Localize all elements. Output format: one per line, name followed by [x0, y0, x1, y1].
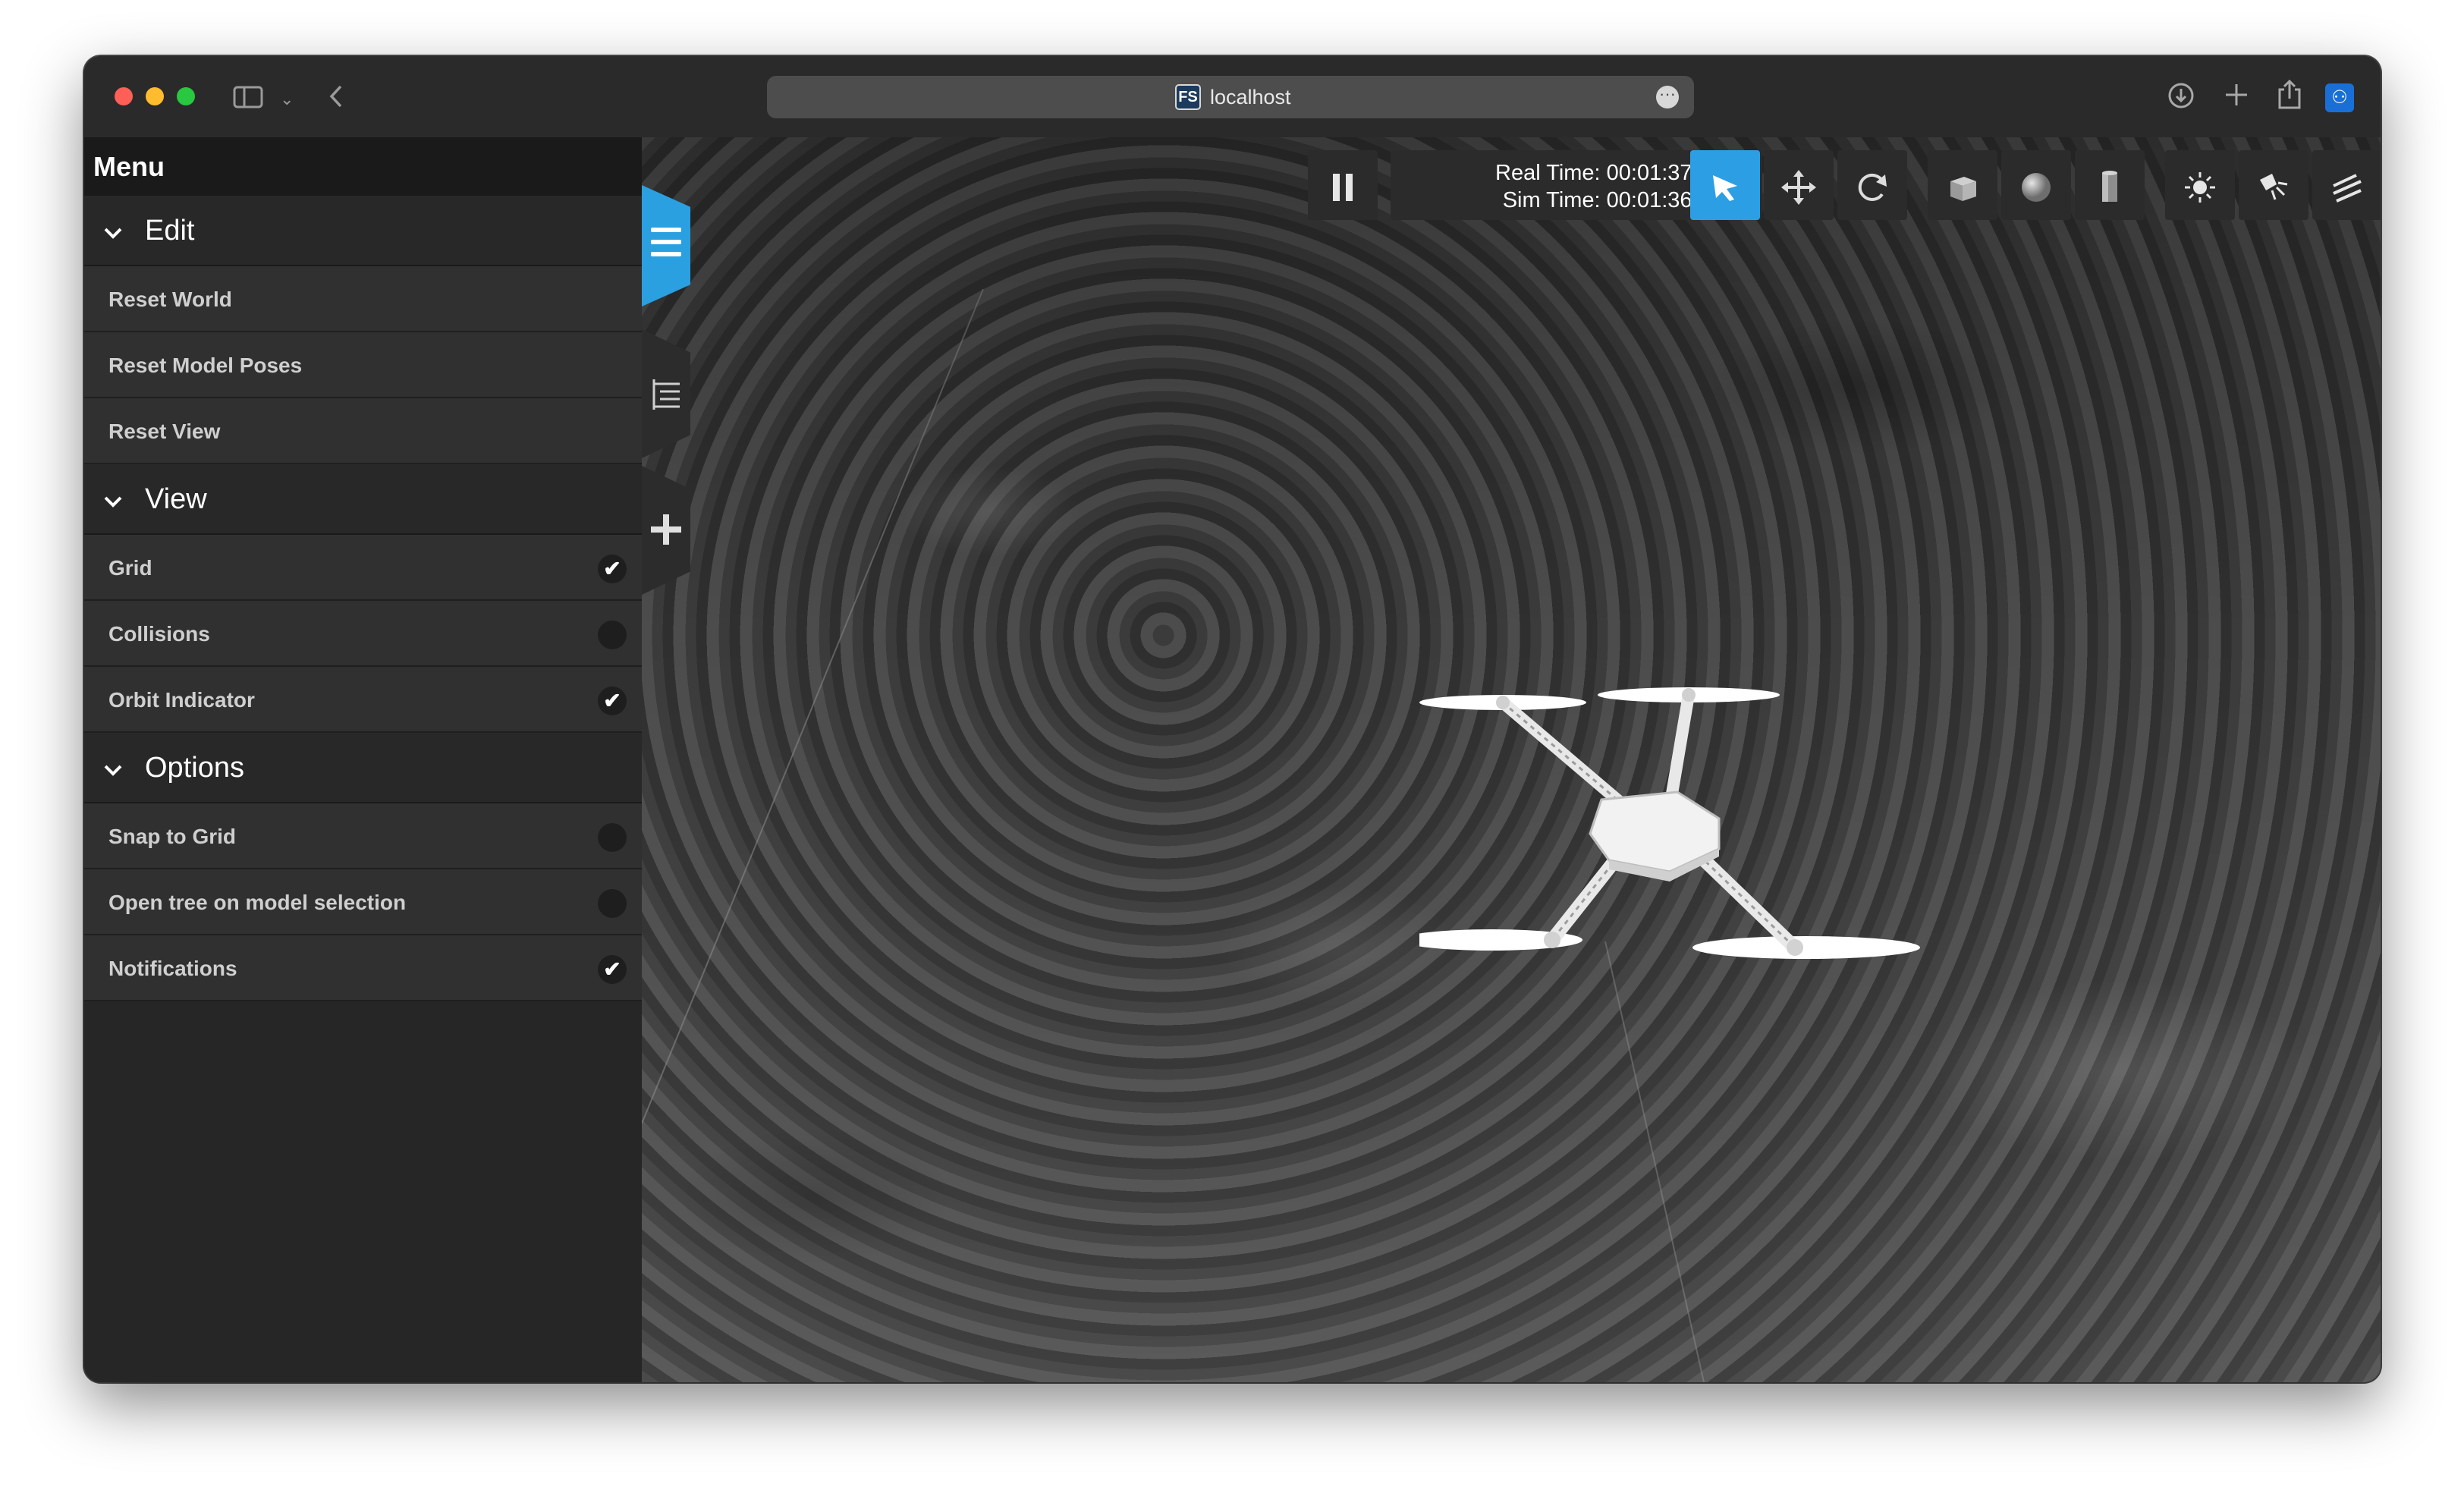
- menu-item-label: Open tree on model selection: [108, 891, 407, 914]
- minimize-window-button[interactable]: [146, 87, 164, 105]
- menu-item-label: Reset World: [108, 288, 232, 311]
- back-icon[interactable]: [327, 83, 345, 114]
- menu-item-snap-to-grid[interactable]: Snap to Grid: [84, 803, 642, 869]
- select-tool-button[interactable]: [1690, 150, 1760, 220]
- checkmark-icon[interactable]: ✔: [598, 555, 627, 583]
- sphere-icon: [2022, 172, 2051, 202]
- cylinder-icon: [2102, 170, 2117, 202]
- menu-item-reset-view[interactable]: Reset View: [84, 398, 642, 464]
- extension-icon[interactable]: ⚇: [2325, 83, 2354, 112]
- section-edit-header[interactable]: Edit: [84, 196, 642, 266]
- translate-icon: [1781, 169, 1816, 205]
- select-icon: [1713, 174, 1737, 201]
- download-icon[interactable]: [2167, 82, 2195, 115]
- quadcopter-model[interactable]: [1419, 686, 1920, 1004]
- menu-item-reset-world[interactable]: Reset World: [84, 266, 642, 332]
- menu-item-label: Reset Model Poses: [108, 354, 303, 377]
- close-window-button[interactable]: [115, 87, 133, 105]
- checkmark-icon[interactable]: ✔: [598, 687, 627, 715]
- sidebar-toggle-icon[interactable]: [233, 85, 263, 114]
- scene-viewport[interactable]: [642, 137, 2381, 1382]
- point-light-icon: [2185, 171, 2215, 203]
- browser-window: ⌄ FS localhost ··· ⚇ Menu Edit Reset Wor…: [84, 56, 2381, 1382]
- box-shape-button[interactable]: [1928, 150, 1997, 220]
- chevron-down-icon: [102, 196, 124, 266]
- menu-item-label: Snap to Grid: [108, 825, 236, 848]
- menu-item-orbit-indicator[interactable]: Orbit Indicator ✔: [84, 667, 642, 733]
- unchecked-toggle[interactable]: [598, 621, 627, 649]
- section-view-header[interactable]: View: [84, 464, 642, 535]
- menu-item-label: Grid: [108, 556, 152, 580]
- menu-title: Menu: [84, 137, 642, 196]
- spot-light-icon: [2260, 173, 2288, 200]
- menu-item-collisions[interactable]: Collisions: [84, 601, 642, 667]
- checkmark-icon[interactable]: ✔: [598, 955, 627, 984]
- unchecked-toggle[interactable]: [598, 889, 627, 918]
- sim-time: Sim Time: 00:01:36.928: [1502, 188, 1735, 212]
- chevron-down-icon[interactable]: ⌄: [280, 86, 294, 112]
- rotate-tool-button[interactable]: [1837, 150, 1907, 220]
- new-tab-icon[interactable]: [2224, 82, 2249, 114]
- section-options-header[interactable]: Options: [84, 733, 642, 803]
- menu-item-label: Collisions: [108, 622, 210, 646]
- real-time: Real Time: 00:01:37.391: [1495, 161, 1735, 185]
- tree-icon: [648, 376, 684, 420]
- menu-item-label: Orbit Indicator: [108, 688, 255, 712]
- maximize-window-button[interactable]: [177, 87, 195, 105]
- chevron-down-icon: [102, 464, 124, 535]
- unchecked-toggle[interactable]: [598, 823, 627, 852]
- menu-item-reset-model-poses[interactable]: Reset Model Poses: [84, 332, 642, 398]
- directional-light-button[interactable]: [2312, 150, 2381, 220]
- pause-button[interactable]: [1308, 150, 1378, 220]
- section-label: View: [145, 483, 207, 515]
- grid-lines: [642, 288, 1705, 1382]
- menu-item-label: Notifications: [108, 957, 237, 980]
- plus-icon: [648, 513, 684, 554]
- sphere-shape-button[interactable]: [2001, 150, 2071, 220]
- share-icon[interactable]: [2277, 79, 2302, 115]
- menu-panel: Menu Edit Reset World Reset Model Poses …: [84, 137, 642, 1382]
- section-label: Options: [145, 752, 244, 784]
- hamburger-icon: [648, 223, 684, 269]
- cylinder-shape-button[interactable]: [2075, 150, 2145, 220]
- directional-light-icon: [2333, 174, 2362, 203]
- menu-item-grid[interactable]: Grid ✔: [84, 535, 642, 601]
- browser-titlebar: ⌄ FS localhost ··· ⚇: [84, 56, 2381, 139]
- translate-tool-button[interactable]: [1764, 150, 1834, 220]
- box-icon: [1950, 176, 1976, 201]
- url-text: localhost: [1210, 86, 1291, 108]
- point-light-button[interactable]: [2165, 150, 2235, 220]
- menu-item-notifications[interactable]: Notifications ✔: [84, 935, 642, 1001]
- menu-item-open-tree-on-selection[interactable]: Open tree on model selection: [84, 869, 642, 935]
- menu-item-label: Reset View: [108, 420, 221, 443]
- address-bar[interactable]: FS localhost ···: [767, 76, 1694, 118]
- chevron-down-icon: [102, 733, 124, 803]
- site-favicon: FS: [1175, 84, 1201, 110]
- rotate-icon: [1858, 173, 1887, 201]
- spot-light-button[interactable]: [2239, 150, 2308, 220]
- section-label: Edit: [145, 215, 195, 247]
- more-icon[interactable]: ···: [1656, 86, 1679, 108]
